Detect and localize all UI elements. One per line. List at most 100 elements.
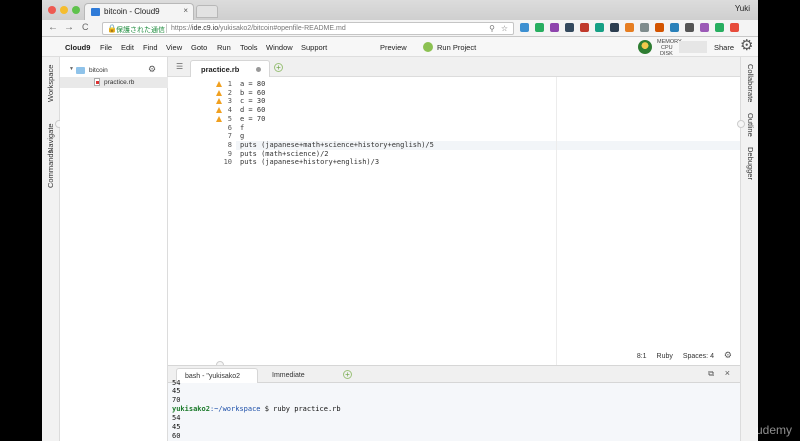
terminal-line: 45 [172, 387, 181, 395]
tab-close-icon[interactable]: × [183, 6, 188, 15]
tab-bash[interactable]: bash - "yukisako2 [176, 368, 258, 384]
code-line[interactable]: puts (math+science)/2 [240, 150, 329, 159]
unsaved-dot-icon[interactable] [256, 67, 261, 72]
tab-immediate[interactable]: Immediate [264, 368, 338, 384]
add-terminal-button[interactable]: + [343, 370, 352, 379]
tree-folder-row[interactable]: ▼ bitcoin ⚙ [60, 64, 168, 76]
maximize-pane-icon[interactable]: ⧉ [708, 369, 714, 379]
menu-support[interactable]: Support [301, 43, 327, 52]
right-panel-resize-handle[interactable] [737, 120, 745, 128]
menu-tools[interactable]: Tools [240, 43, 258, 52]
maximize-window-button[interactable] [72, 6, 80, 14]
warning-icon[interactable] [216, 81, 222, 87]
extension-icon[interactable] [550, 23, 559, 32]
menu-goto[interactable]: Goto [191, 43, 207, 52]
code-line[interactable]: g [240, 132, 244, 141]
extension-icon[interactable] [700, 23, 709, 32]
line-number: 5 [168, 115, 236, 124]
address-bar-row: ← → C 🔒 保護された通信 https://ide.c9.io/yukisa… [42, 20, 758, 37]
code-line[interactable]: c = 30 [240, 97, 265, 106]
run-icon[interactable] [423, 42, 433, 52]
chevron-down-icon[interactable]: ▼ [69, 66, 74, 72]
bookmark-star-icon[interactable]: ☆ [501, 24, 508, 33]
code-line[interactable]: d = 60 [240, 106, 265, 115]
extension-icon[interactable] [565, 23, 574, 32]
tab-outline[interactable]: Outline [746, 113, 755, 137]
warning-icon[interactable] [216, 98, 222, 105]
url-separator [166, 24, 167, 33]
indent-setting[interactable]: Spaces: 4 [683, 353, 714, 360]
tab-navigate[interactable]: Navigate [46, 123, 55, 153]
extension-icon[interactable] [655, 23, 664, 32]
terminal-output[interactable]: 54 45 70 yukisako2:~/workspace $ ruby pr… [168, 379, 740, 441]
editor-status-bar: 8:1 Ruby Spaces: 4 ⚙ [629, 350, 732, 361]
menu-find[interactable]: Find [143, 43, 158, 52]
editor-tab-practice[interactable]: practice.rb [190, 60, 270, 77]
extension-icon[interactable] [520, 23, 529, 32]
code-line[interactable]: puts (japanese+history+english)/3 [240, 158, 379, 167]
tab-commands[interactable]: Commands [46, 150, 55, 188]
new-tab-button[interactable] [196, 5, 218, 18]
extension-icon[interactable] [595, 23, 604, 32]
tab-collaborate[interactable]: Collaborate [746, 64, 755, 102]
extension-icon[interactable] [640, 23, 649, 32]
close-window-button[interactable] [48, 6, 56, 14]
code-line[interactable]: b = 60 [240, 89, 265, 98]
line-number: 4 [168, 106, 236, 115]
warning-icon[interactable] [216, 107, 222, 114]
close-pane-icon[interactable]: × [725, 368, 730, 378]
run-project-button[interactable]: Run Project [437, 43, 476, 52]
line-number: 10 [223, 158, 232, 167]
forward-icon[interactable]: → [64, 22, 74, 33]
line-number: 2 [168, 89, 236, 98]
preview-button[interactable]: Preview [380, 43, 407, 52]
code-line[interactable]: f [240, 124, 244, 133]
extension-icon[interactable] [730, 23, 739, 32]
code-editor[interactable]: 1 2 3 4 5 6 7 8 9 10 a = 80 b = 60 c = 30 d = 60 e = … [168, 77, 740, 365]
warning-icon[interactable] [216, 115, 222, 122]
browser-window: bitcoin - Cloud9 × Yuki ← → C 🔒 保護された通信 … [42, 0, 758, 441]
browser-user-name[interactable]: Yuki [735, 4, 750, 13]
extension-icon[interactable] [715, 23, 724, 32]
code-line[interactable]: a = 80 [240, 80, 265, 89]
extension-icon[interactable] [580, 23, 589, 32]
cursor-position[interactable]: 8:1 [637, 353, 647, 360]
menu-run[interactable]: Run [217, 43, 231, 52]
browser-tab[interactable]: bitcoin - Cloud9 × [84, 3, 194, 20]
tree-file-row[interactable]: practice.rb [60, 77, 168, 88]
line-number: 7 [227, 132, 232, 141]
avatar[interactable] [638, 40, 652, 54]
share-button[interactable]: Share [714, 43, 734, 52]
code-line[interactable]: e = 70 [240, 115, 265, 124]
tab-workspace[interactable]: Workspace [46, 65, 55, 102]
minimize-window-button[interactable] [60, 6, 68, 14]
extension-icon[interactable] [625, 23, 634, 32]
language-mode[interactable]: Ruby [657, 353, 673, 360]
code-line[interactable]: puts (japanese+math+science+history+engl… [240, 141, 434, 150]
right-panel-bar: Collaborate Outline Debugger [737, 57, 758, 441]
menu-edit[interactable]: Edit [121, 43, 134, 52]
folder-name: bitcoin [89, 67, 108, 74]
cloud9-menu[interactable]: Cloud9 [65, 43, 90, 52]
extension-icon[interactable] [535, 23, 544, 32]
editor-settings-icon[interactable]: ⚙ [724, 350, 732, 360]
extension-icon[interactable] [610, 23, 619, 32]
extension-icon[interactable] [670, 23, 679, 32]
menu-window[interactable]: Window [266, 43, 293, 52]
tree-settings-gear-icon[interactable]: ⚙ [148, 64, 156, 75]
secure-label: 保護された通信 [116, 27, 165, 34]
extension-icon[interactable] [685, 23, 694, 32]
add-tab-button[interactable]: + [274, 63, 283, 72]
back-icon[interactable]: ← [48, 22, 58, 33]
tab-debugger[interactable]: Debugger [746, 147, 755, 180]
settings-gear-icon[interactable]: ⚙ [740, 38, 753, 54]
url-input[interactable]: 🔒 保護された通信 https://ide.c9.io/yukisako2/bi… [102, 22, 514, 35]
resource-gauge [679, 41, 707, 53]
search-icon[interactable]: ⚲ [489, 24, 495, 33]
reload-icon[interactable]: C [82, 22, 89, 32]
editor-tab-bar: ☰ practice.rb + [168, 57, 740, 77]
warning-icon[interactable] [216, 89, 222, 96]
menu-file[interactable]: File [100, 43, 112, 52]
tab-menu-icon[interactable]: ☰ [176, 62, 183, 71]
menu-view[interactable]: View [166, 43, 182, 52]
